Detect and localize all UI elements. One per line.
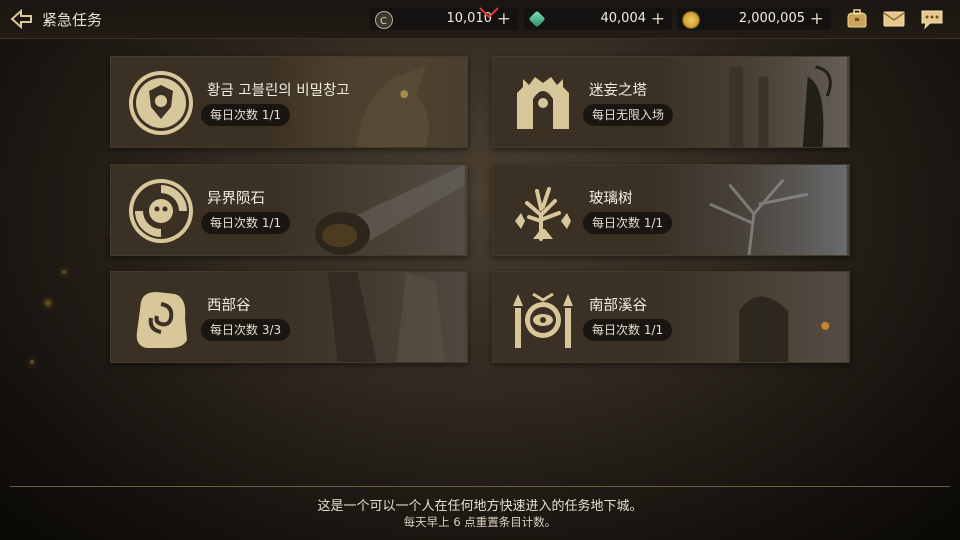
footer-description: 这是一个可以一个人在任何地方快速进入的任务地下城。	[317, 499, 643, 514]
daily-count-badge: 每日次数 1/1	[201, 104, 291, 126]
dungeon-name: 异界陨石	[207, 191, 265, 207]
meteor-artwork	[269, 165, 465, 255]
goblin-crest-icon	[129, 71, 193, 135]
silver-coin-icon: C	[375, 11, 393, 29]
svg-text:C: C	[380, 16, 387, 27]
dungeon-card-tower-of-delusion[interactable]: 迷妄之塔 每日无限入场	[492, 56, 850, 148]
add-silver-button[interactable]: +	[497, 8, 511, 30]
western-valley-artwork	[269, 272, 465, 362]
page-title: 紧急任务	[42, 11, 103, 29]
dungeon-card-otherworld-meteor[interactable]: 异界陨石 每日次数 1/1	[110, 164, 468, 256]
currency-gold: 2,000,005 +	[677, 8, 831, 30]
southern-gorge-artwork	[651, 272, 847, 362]
green-gem-icon	[528, 10, 546, 28]
tower-artwork	[651, 57, 847, 147]
add-gold-button[interactable]: +	[810, 8, 824, 30]
dungeon-name: 南部溪谷	[589, 298, 647, 314]
footer-reset-note: 每天早上 6 点重置条目计数。	[403, 515, 557, 529]
daily-count-badge: 每日次数 1/1	[201, 212, 291, 234]
add-gem-button[interactable]: +	[651, 8, 665, 30]
daily-count-badge: 每日次数 3/3	[201, 319, 291, 341]
eye-gate-icon	[513, 292, 573, 348]
dungeon-card-western-valley[interactable]: 西部谷 每日次数 3/3	[110, 271, 468, 363]
meteor-swirl-icon	[129, 179, 193, 243]
dungeon-name: 玻璃树	[589, 191, 633, 207]
tree-icon	[515, 187, 571, 241]
glass-tree-artwork	[651, 165, 847, 255]
dungeon-name: 西部谷	[207, 298, 251, 314]
footer-divider	[10, 486, 950, 487]
bag-icon[interactable]	[845, 8, 869, 30]
tower-hooded-icon	[517, 77, 569, 129]
currency-gold-value: 2,000,005	[738, 11, 805, 26]
dungeon-card-goblin-vault[interactable]: 황금 고블린의 비밀창고 每日次数 1/1	[110, 56, 468, 148]
daily-count-badge: 每日次数 1/1	[583, 212, 673, 234]
dungeon-card-southern-gorge[interactable]: 南部溪谷 每日次数 1/1	[492, 271, 850, 363]
top-bar: 紧急任务 C 10,010 + 40,004 + 2,000,005 +	[0, 0, 960, 39]
goblin-artwork	[269, 57, 465, 147]
dungeon-name: 迷妄之塔	[589, 83, 647, 99]
currency-gem-value: 40,004	[600, 11, 647, 26]
dungeon-name: 황금 고블린의 비밀창고	[207, 83, 350, 99]
mail-icon[interactable]	[882, 8, 906, 30]
currency-gem: 40,004 +	[524, 8, 672, 30]
daily-count-badge: 每日无限入场	[583, 104, 674, 126]
chat-icon[interactable]	[920, 8, 944, 30]
gold-coin-icon	[682, 11, 700, 29]
currency-silver: C 10,010 +	[370, 7, 518, 30]
dungeon-card-glass-tree[interactable]: 玻璃树 每日次数 1/1	[492, 164, 850, 256]
daily-count-badge: 每日次数 1/1	[583, 319, 673, 341]
back-button[interactable]	[8, 7, 34, 31]
back-arrow-icon	[10, 9, 32, 29]
rune-stone-icon	[136, 292, 187, 348]
